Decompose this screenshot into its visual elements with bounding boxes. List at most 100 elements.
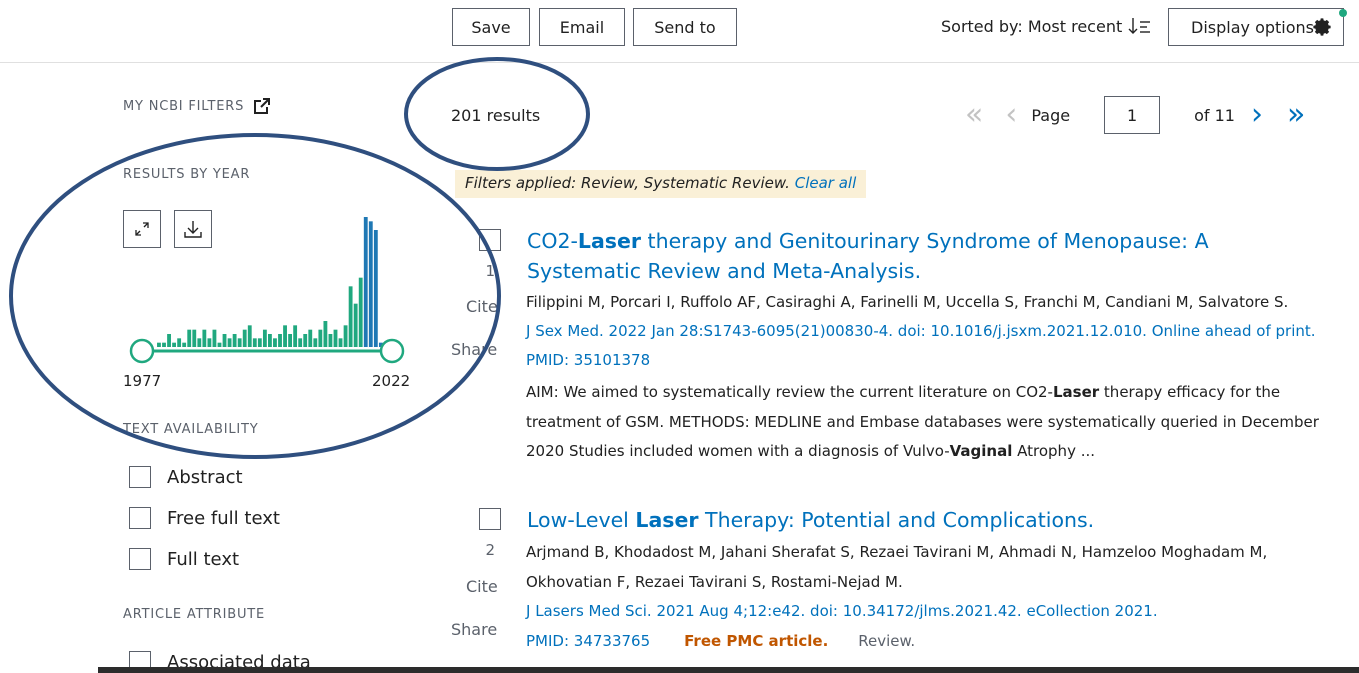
review-badge: Review.: [858, 632, 916, 650]
checkbox[interactable]: [129, 507, 151, 529]
email-button[interactable]: Email: [539, 8, 625, 46]
article-snippet: treatment of GSM. METHODS: MEDLINE and E…: [526, 413, 1319, 431]
article-pmid: PMID: 35101378: [526, 351, 651, 369]
article-number: 2: [485, 541, 495, 559]
year-range-start-handle[interactable]: [129, 338, 155, 364]
sort-label: Sorted by: Most recent: [941, 16, 1123, 36]
next-page-icon[interactable]: ›: [1251, 100, 1263, 130]
year-bar-1989[interactable]: [212, 329, 217, 347]
page-number-input[interactable]: 1: [1104, 96, 1161, 134]
article-authors: Filippini M, Porcari I, Ruffolo AF, Casi…: [526, 293, 1289, 311]
year-bar-2011[interactable]: [323, 321, 328, 347]
header-divider: [0, 62, 1359, 63]
filter-free-full-text[interactable]: Free full text: [129, 507, 280, 529]
year-bar-1986[interactable]: [197, 338, 202, 347]
year-bar-1987[interactable]: [202, 329, 207, 347]
year-bar-2005[interactable]: [293, 325, 298, 347]
display-options-button[interactable]: Display options: [1168, 8, 1347, 46]
results-by-year-chart[interactable]: [120, 205, 420, 370]
filter-abstract[interactable]: Abstract: [129, 466, 243, 488]
save-button[interactable]: Save: [452, 8, 530, 46]
filter-label: Abstract: [167, 466, 243, 488]
year-bar-2014[interactable]: [338, 338, 343, 347]
year-bar-1990[interactable]: [217, 342, 222, 347]
sort-descending-icon: [1128, 18, 1151, 34]
year-bar-2007[interactable]: [303, 334, 308, 347]
year-bar-2015[interactable]: [343, 325, 348, 347]
year-bar-1982[interactable]: [177, 338, 182, 347]
page-count: of 11: [1194, 105, 1235, 125]
year-bar-1985[interactable]: [192, 329, 197, 347]
share-button[interactable]: Share: [451, 620, 497, 639]
filter-full-text[interactable]: Full text: [129, 548, 239, 570]
cite-button[interactable]: Cite: [466, 577, 498, 596]
sort-selector[interactable]: Sorted by: Most recent: [941, 16, 1152, 36]
year-bar-1979[interactable]: [162, 342, 166, 347]
year-bar-1983[interactable]: [182, 342, 187, 347]
year-bar-1996[interactable]: [247, 325, 252, 347]
year-bar-2018[interactable]: [358, 277, 363, 347]
cite-button[interactable]: Cite: [466, 297, 498, 316]
free-pmc-badge[interactable]: Free PMC article.: [684, 632, 828, 650]
article-title-link[interactable]: Low-Level Laser Therapy: Potential and C…: [527, 505, 1327, 535]
year-bar-2010[interactable]: [318, 329, 323, 347]
year-bar-2000[interactable]: [268, 334, 272, 347]
article-meta: PMID: 34733765 Free PMC article. Review.: [526, 631, 915, 651]
year-bar-2003[interactable]: [283, 325, 287, 347]
year-bar-1978[interactable]: [157, 342, 161, 347]
year-bar-2013[interactable]: [333, 329, 338, 347]
clear-all-link[interactable]: Clear all: [795, 174, 857, 192]
external-link-icon: [254, 98, 271, 114]
share-button[interactable]: Share: [451, 340, 497, 359]
results-count: 201 results: [451, 106, 541, 125]
year-bar-1980[interactable]: [167, 334, 171, 347]
year-bar-1997[interactable]: [252, 338, 257, 347]
article-snippet: AIM: We aimed to systematically review t…: [526, 382, 1280, 402]
snippet-highlight: Laser: [1052, 383, 1100, 401]
year-bar-1984[interactable]: [187, 329, 192, 347]
checkbox[interactable]: [129, 466, 151, 488]
year-bar-1999[interactable]: [262, 329, 267, 347]
year-bar-2006[interactable]: [298, 338, 303, 347]
checkbox[interactable]: [129, 548, 151, 570]
year-start-label: 1977: [123, 372, 162, 390]
article-1-checkbox[interactable]: [479, 229, 501, 251]
year-bar-1998[interactable]: [257, 338, 262, 347]
year-range-end-handle[interactable]: [379, 338, 405, 364]
year-bar-2009[interactable]: [313, 338, 318, 347]
year-bar-1988[interactable]: [207, 338, 212, 347]
title-highlight: Laser: [577, 229, 642, 253]
year-bar-2017[interactable]: [353, 303, 358, 347]
year-bar-2012[interactable]: [328, 334, 333, 347]
page-label: Page: [1031, 105, 1071, 125]
last-page-icon[interactable]: »: [1287, 100, 1305, 130]
article-authors: Arjmand B, Khodadost M, Jahani Sherafat …: [526, 543, 1268, 561]
year-bar-1981[interactable]: [172, 342, 177, 347]
text-availability-heading: TEXT AVAILABILITY: [123, 422, 259, 437]
article-2-checkbox[interactable]: [479, 508, 501, 530]
previous-page-icon[interactable]: ‹: [1005, 100, 1017, 130]
year-bar-2002[interactable]: [278, 334, 282, 347]
snippet-highlight: Vaginal: [949, 442, 1013, 460]
year-bar-1994[interactable]: [237, 338, 242, 347]
year-bar-1993[interactable]: [232, 334, 237, 347]
first-page-icon[interactable]: «: [965, 100, 983, 130]
year-bar-2004[interactable]: [288, 334, 293, 347]
gear-icon: [1313, 18, 1331, 36]
year-bar-1995[interactable]: [242, 329, 247, 347]
bottom-edge-bar: [98, 667, 1359, 673]
year-bar-1992[interactable]: [227, 338, 232, 347]
my-ncbi-filters[interactable]: MY NCBI FILTERS: [123, 98, 271, 114]
year-end-label: 2022: [372, 372, 411, 390]
year-bar-1991[interactable]: [222, 334, 227, 347]
article-pmid: PMID: 34733765: [526, 632, 651, 650]
year-bar-2021[interactable]: [373, 230, 378, 347]
year-bar-2020[interactable]: [368, 221, 373, 347]
year-bar-2019[interactable]: [363, 217, 368, 347]
year-bar-2016[interactable]: [348, 286, 353, 347]
year-bar-2008[interactable]: [308, 329, 313, 347]
article-title-link[interactable]: CO2-Laser therapy and Genitourinary Synd…: [527, 226, 1327, 286]
pagination: « ‹ Page 1 of 11 › »: [965, 96, 1305, 134]
send-to-button[interactable]: Send to: [633, 8, 737, 46]
year-bar-2001[interactable]: [273, 338, 277, 347]
